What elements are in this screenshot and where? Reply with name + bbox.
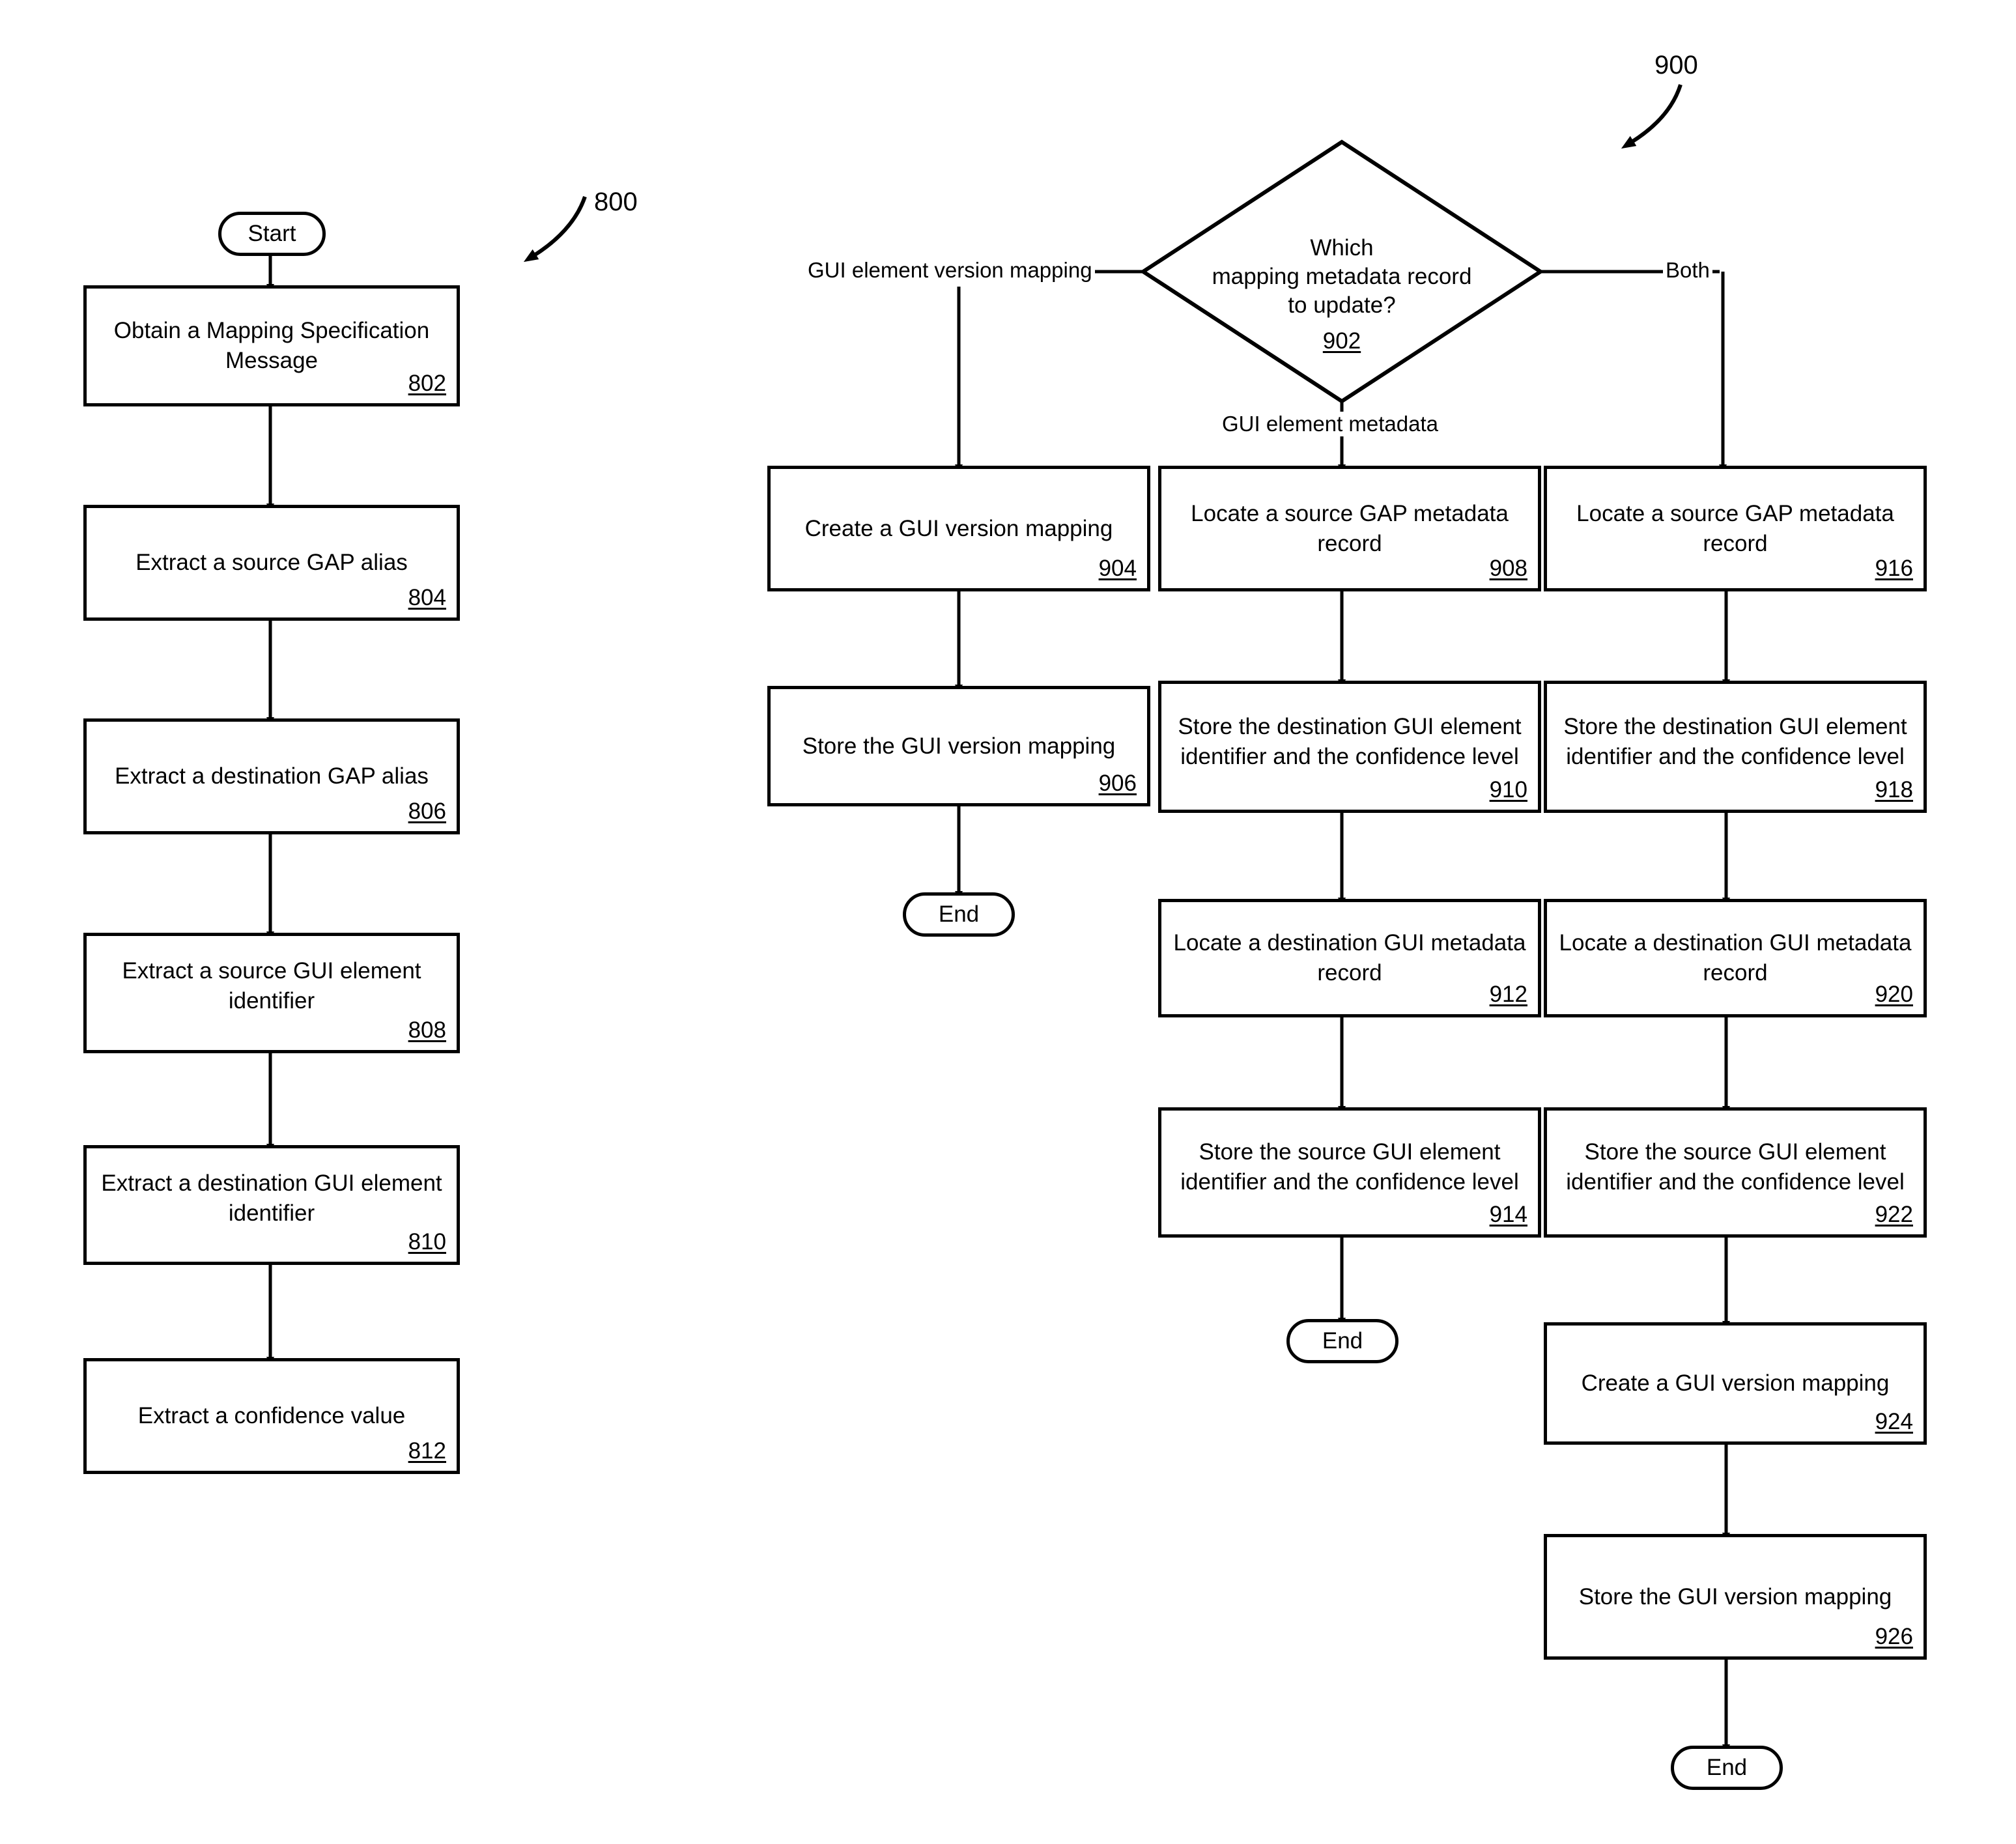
process-ref-916: 916 bbox=[1875, 556, 1913, 581]
process-box-914: Store the source GUI element identifier … bbox=[1158, 1107, 1541, 1238]
process-text-808: Extract a source GUI element identifier bbox=[122, 958, 421, 1014]
decision-line-2: mapping metadata record bbox=[1212, 263, 1472, 289]
process-box-806: Extract a destination GAP alias 806 bbox=[83, 718, 460, 834]
process-box-810: Extract a destination GUI element identi… bbox=[83, 1145, 460, 1265]
end-label-left: End bbox=[938, 901, 980, 927]
process-ref-910: 910 bbox=[1489, 777, 1527, 802]
edge-label-left: GUI element version mapping bbox=[805, 258, 1095, 283]
process-ref-808: 808 bbox=[408, 1017, 446, 1043]
process-ref-914: 914 bbox=[1489, 1202, 1527, 1227]
process-text-802: Obtain a Mapping Specification Message bbox=[113, 318, 430, 373]
process-box-908: Locate a source GAP metadata record 908 bbox=[1158, 466, 1541, 591]
process-text-918: Store the destination GUI element identi… bbox=[1563, 713, 1907, 769]
process-box-812: Extract a confidence value 812 bbox=[83, 1358, 460, 1474]
process-box-904: Create a GUI version mapping 904 bbox=[767, 466, 1150, 591]
patent-figure-sheet: 800 Start Obtain a Mapping Specification… bbox=[0, 0, 2016, 1844]
process-box-918: Store the destination GUI element identi… bbox=[1544, 681, 1927, 813]
process-box-910: Store the destination GUI element identi… bbox=[1158, 681, 1541, 813]
decision-line-1: Which bbox=[1310, 234, 1374, 261]
decision-line-3: to update? bbox=[1288, 292, 1396, 318]
start-label: Start bbox=[248, 221, 296, 246]
process-text-908: Locate a source GAP metadata record bbox=[1191, 500, 1509, 556]
process-text-916: Locate a source GAP metadata record bbox=[1576, 500, 1894, 556]
process-text-926: Store the GUI version mapping bbox=[1578, 1583, 1892, 1610]
process-box-802: Obtain a Mapping Specification Message 8… bbox=[83, 285, 460, 406]
process-ref-918: 918 bbox=[1875, 777, 1913, 802]
process-text-904: Create a GUI version mapping bbox=[804, 515, 1113, 541]
end-terminator-926: End bbox=[1671, 1746, 1783, 1790]
process-text-810: Extract a destination GUI element identi… bbox=[101, 1170, 442, 1226]
process-box-912: Locate a destination GUI metadata record… bbox=[1158, 899, 1541, 1017]
end-label-center: End bbox=[1322, 1328, 1363, 1354]
process-ref-802: 802 bbox=[408, 371, 446, 396]
process-ref-806: 806 bbox=[408, 799, 446, 824]
process-box-804: Extract a source GAP alias 804 bbox=[83, 505, 460, 621]
start-terminator-800: Start bbox=[218, 212, 326, 256]
edge-label-center: GUI element metadata bbox=[1219, 412, 1441, 436]
process-ref-904: 904 bbox=[1098, 556, 1137, 581]
decision-text-902: Which mapping metadata record to update? bbox=[1143, 234, 1540, 320]
process-box-916: Locate a source GAP metadata record 916 bbox=[1544, 466, 1927, 591]
edge-label-right: Both bbox=[1663, 258, 1712, 283]
process-text-912: Locate a destination GUI metadata record bbox=[1173, 930, 1526, 986]
process-ref-906: 906 bbox=[1098, 771, 1137, 796]
end-terminator-914: End bbox=[1286, 1319, 1398, 1363]
process-box-922: Store the source GUI element identifier … bbox=[1544, 1107, 1927, 1238]
process-ref-920: 920 bbox=[1875, 982, 1913, 1007]
end-label-right: End bbox=[1706, 1755, 1748, 1780]
process-box-906: Store the GUI version mapping 906 bbox=[767, 686, 1150, 806]
process-text-920: Locate a destination GUI metadata record bbox=[1559, 930, 1912, 986]
process-ref-926: 926 bbox=[1875, 1624, 1913, 1649]
figure-reference-900: 900 bbox=[1654, 51, 1698, 79]
process-ref-908: 908 bbox=[1489, 556, 1527, 581]
process-ref-922: 922 bbox=[1875, 1202, 1913, 1227]
process-text-922: Store the source GUI element identifier … bbox=[1566, 1139, 1905, 1195]
end-terminator-906: End bbox=[903, 892, 1015, 937]
process-text-806: Extract a destination GAP alias bbox=[115, 763, 429, 789]
process-text-924: Create a GUI version mapping bbox=[1581, 1370, 1890, 1396]
process-text-906: Store the GUI version mapping bbox=[802, 733, 1116, 759]
process-box-920: Locate a destination GUI metadata record… bbox=[1544, 899, 1927, 1017]
process-ref-810: 810 bbox=[408, 1229, 446, 1255]
decision-ref-902: 902 bbox=[1322, 328, 1361, 354]
process-text-804: Extract a source GAP alias bbox=[135, 550, 408, 575]
process-text-910: Store the destination GUI element identi… bbox=[1178, 713, 1522, 769]
process-text-914: Store the source GUI element identifier … bbox=[1180, 1139, 1519, 1195]
process-ref-812: 812 bbox=[408, 1438, 446, 1464]
process-text-812: Extract a confidence value bbox=[137, 1403, 406, 1428]
process-ref-912: 912 bbox=[1489, 982, 1527, 1007]
process-ref-924: 924 bbox=[1875, 1409, 1913, 1434]
process-box-926: Store the GUI version mapping 926 bbox=[1544, 1534, 1927, 1660]
decision-diamond-902: Which mapping metadata record to update?… bbox=[1143, 142, 1540, 401]
process-box-808: Extract a source GUI element identifier … bbox=[83, 933, 460, 1053]
process-box-924: Create a GUI version mapping 924 bbox=[1544, 1322, 1927, 1445]
process-ref-804: 804 bbox=[408, 585, 446, 610]
figure-reference-800: 800 bbox=[594, 188, 638, 216]
